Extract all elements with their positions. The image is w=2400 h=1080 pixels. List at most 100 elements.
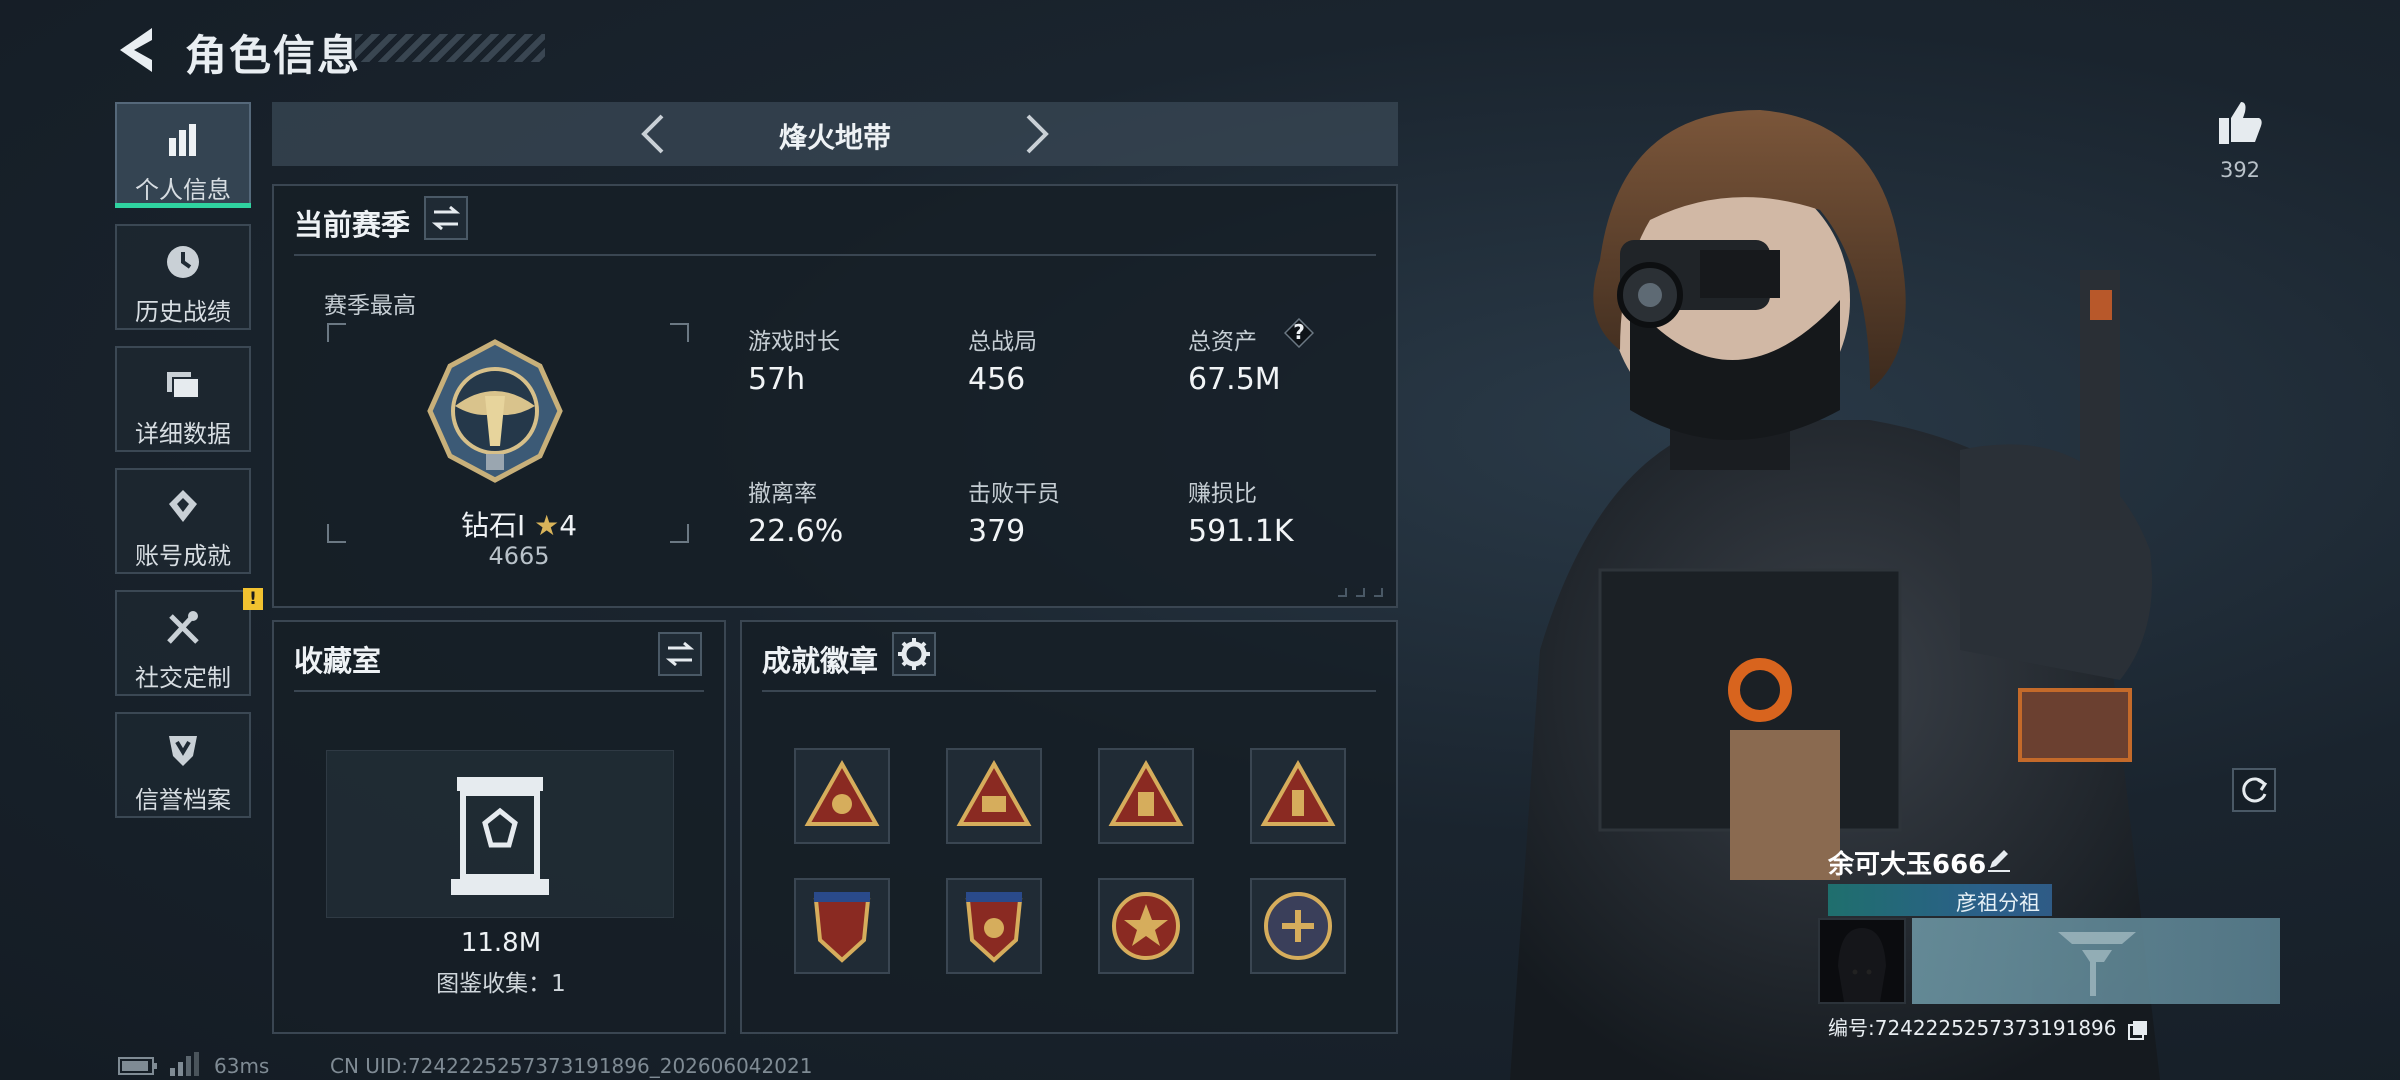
achievement-badge[interactable] — [794, 748, 890, 844]
stat-label: 赚损比 — [1188, 481, 1257, 507]
sidebar-item-history[interactable]: 历史战绩 — [115, 224, 251, 330]
shield-badge-icon — [965, 892, 1023, 963]
uid-display: CN UID:7242225257373191896_202606042021 — [330, 1054, 813, 1078]
page-title: 角色信息 — [185, 31, 362, 80]
thumbs-up-icon — [2219, 102, 2262, 144]
profile-banner — [1912, 918, 2280, 1004]
player-id: 编号:7242225257373191896 — [1828, 1012, 2149, 1041]
stat-value: 22.6% — [748, 514, 844, 549]
rotate-character-button[interactable] — [2232, 768, 2276, 812]
battery-icon — [118, 1057, 157, 1075]
triangle-badge-icon — [804, 759, 880, 826]
like-button[interactable] — [2215, 98, 2265, 148]
shield-badge-icon — [813, 892, 871, 963]
edit-pencil-icon[interactable] — [1984, 844, 2014, 874]
history-clock-icon — [167, 246, 199, 278]
collection-display-case[interactable] — [326, 750, 674, 918]
team-tag[interactable]: 彦祖分祖 — [1828, 884, 2052, 916]
folder-icon — [167, 372, 200, 399]
sidebar-item-label: 历史战绩 — [135, 298, 231, 326]
stat-label: 总战局 — [968, 329, 1037, 355]
collection-switch-button[interactable] — [658, 632, 702, 676]
achievement-badge[interactable] — [946, 748, 1042, 844]
corner-decoration — [1338, 588, 1383, 597]
mode-selector: 烽火地带 — [272, 102, 1398, 166]
rank-stars: 4 — [559, 509, 578, 542]
title-decoration — [355, 34, 545, 62]
next-mode-arrow-icon[interactable] — [1012, 110, 1060, 158]
sidebar-item-label: 社交定制 — [135, 664, 231, 692]
sidebar-item-credit-file[interactable]: 信誉档案 — [115, 712, 251, 818]
divider — [294, 254, 1376, 256]
sidebar-item-label: 个人信息 — [135, 176, 231, 204]
stat-label: 总资产 — [1188, 329, 1257, 355]
refresh-icon — [2242, 777, 2268, 803]
notification-badge: ! — [243, 588, 263, 610]
achievement-badge[interactable] — [946, 878, 1042, 974]
team-name: 彦祖分祖 — [1956, 891, 2040, 915]
mode-title: 烽火地带 — [778, 121, 891, 154]
sidebar-item-personal-info[interactable]: 个人信息 — [115, 102, 251, 208]
rank-name: 钻石Ⅰ — [460, 509, 526, 542]
star-icon: ★ — [534, 509, 560, 542]
triangle-badge-icon — [1260, 759, 1336, 826]
help-mark: ? — [1293, 320, 1305, 344]
sidebar-item-label: 账号成就 — [135, 542, 231, 570]
player-name: 余可大玉666 — [1828, 850, 1987, 880]
season-title: 当前赛季 — [294, 208, 411, 242]
achievement-badge[interactable] — [1250, 748, 1346, 844]
like-count: 392 — [2219, 158, 2261, 182]
round-star-badge-icon — [1112, 892, 1180, 960]
stat-label: 游戏时长 — [748, 329, 840, 355]
achievement-badge[interactable] — [1098, 748, 1194, 844]
ping-display: 63ms — [214, 1054, 270, 1078]
collection-value: 11.8M — [460, 928, 542, 958]
achievements-title: 成就徽章 — [762, 644, 879, 678]
collection-title: 收藏室 — [294, 644, 382, 678]
achievement-badge[interactable] — [1250, 878, 1346, 974]
avatar[interactable] — [1818, 918, 1906, 1004]
total-assets-help-button[interactable]: ? — [1283, 317, 1315, 349]
tools-icon — [167, 611, 199, 644]
stat-value: 456 — [968, 362, 1026, 397]
rank-emblem-icon — [427, 339, 563, 483]
swap-icon — [431, 205, 461, 231]
sidebar-item-label: 信誉档案 — [135, 786, 231, 814]
signal-icon — [170, 1052, 199, 1076]
achievements-panel: 成就徽章 — [740, 620, 1398, 1034]
divider — [294, 690, 704, 692]
achievement-icon — [169, 490, 197, 522]
stat-value: 57h — [748, 362, 806, 397]
stat-value: 67.5M — [1188, 362, 1281, 397]
credit-shield-icon — [169, 736, 197, 766]
collection-catalog: 图鉴收集：1 — [436, 971, 566, 997]
season-best-label: 赛季最高 — [324, 293, 416, 319]
triangle-badge-icon — [956, 759, 1032, 826]
achievements-settings-button[interactable] — [892, 632, 936, 676]
divider — [762, 690, 1376, 692]
achievement-badge[interactable] — [794, 878, 890, 974]
sidebar-item-detail-data[interactable]: 详细数据 — [115, 346, 251, 452]
rank-display: 钻石Ⅰ ★4 — [434, 504, 604, 544]
stat-value: 591.1K — [1188, 514, 1294, 549]
copy-icon[interactable] — [2127, 1019, 2149, 1041]
current-season-panel: 当前赛季 赛季最高 钻石Ⅰ ★4 4665 游戏时长 57h 总战局 456 总… — [272, 184, 1398, 608]
back-arrow-icon[interactable] — [112, 22, 168, 78]
rank-score: 4665 — [488, 542, 550, 570]
avatar-portrait — [1820, 920, 1904, 1002]
stat-label: 击败干员 — [968, 481, 1060, 507]
collection-panel: 收藏室 11.8M 图鉴收集：1 — [272, 620, 726, 1034]
round-star-badge-icon — [1264, 892, 1332, 960]
bar-chart-icon — [169, 124, 196, 156]
swap-icon — [665, 641, 695, 667]
achievement-badge[interactable] — [1098, 878, 1194, 974]
display-case-icon — [451, 777, 549, 895]
sidebar-item-label: 详细数据 — [135, 420, 231, 448]
season-switch-button[interactable] — [424, 196, 468, 240]
sidebar-item-social-custom[interactable]: 社交定制 ! — [115, 588, 263, 696]
banner-logo-icon — [2058, 932, 2136, 996]
sidebar-item-achievements[interactable]: 账号成就 — [115, 468, 251, 574]
stat-value: 379 — [968, 514, 1026, 549]
stat-label: 撤离率 — [748, 481, 817, 507]
gear-icon — [898, 638, 930, 670]
